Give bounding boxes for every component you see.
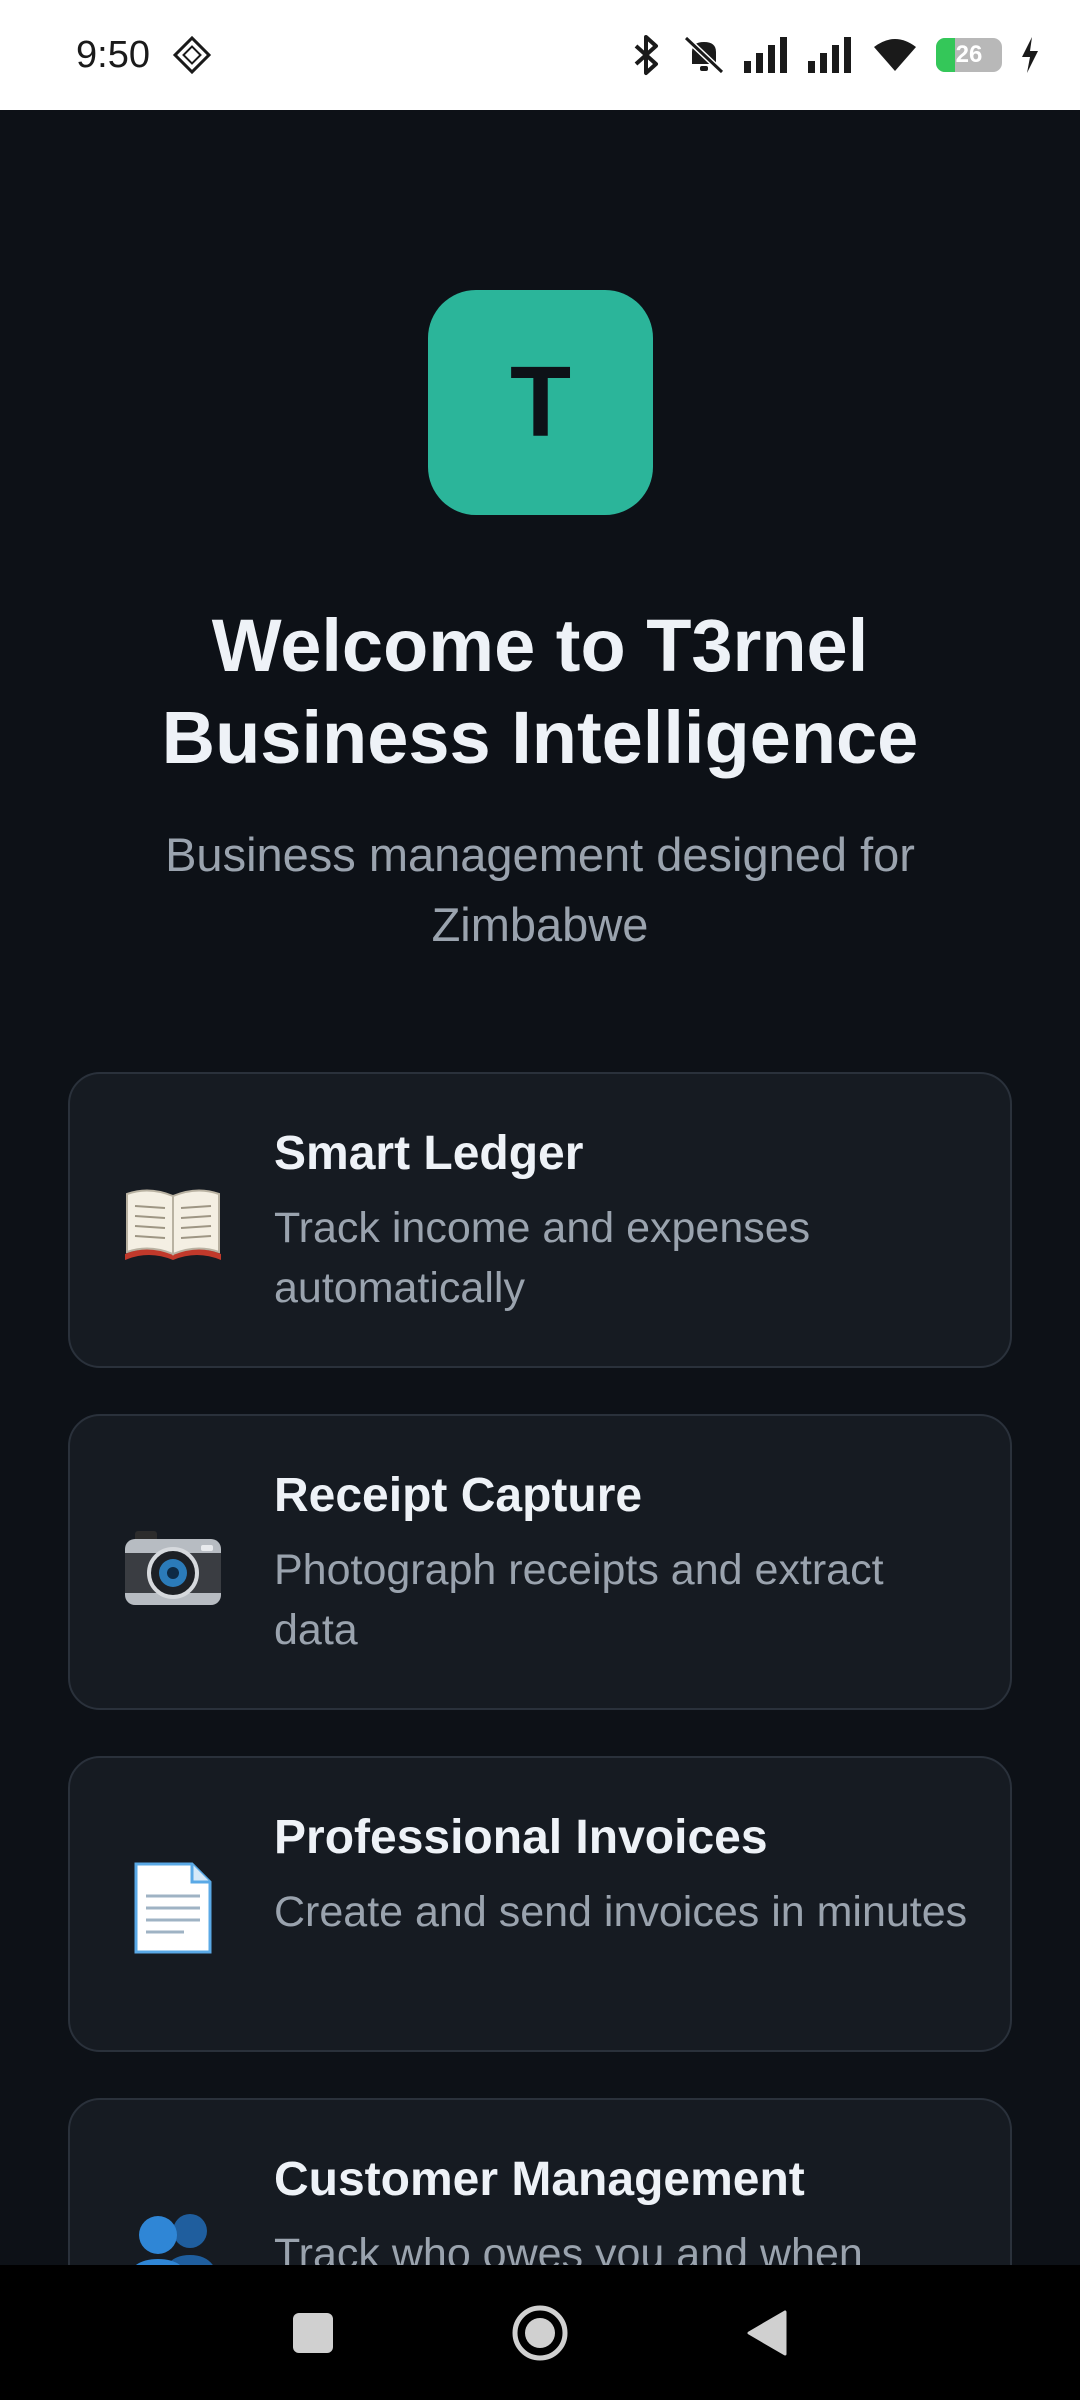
book-icon — [118, 1174, 228, 1274]
feature-card-receipt-capture: Receipt Capture Photograph receipts and … — [68, 1414, 1012, 1710]
clock: 9:50 — [76, 33, 150, 76]
battery-fill — [936, 38, 955, 72]
signal-icon — [808, 37, 854, 73]
page-subtitle: Business management designed for Zimbabw… — [165, 828, 915, 951]
recent-apps-button[interactable] — [243, 2265, 383, 2400]
page-title: Welcome to T3rnel Business Intelligence — [161, 604, 919, 779]
feature-title: Receipt Capture — [274, 1469, 643, 1522]
camera-icon — [118, 1516, 228, 1616]
mute-icon — [682, 34, 726, 76]
home-button[interactable] — [470, 2265, 610, 2400]
feature-card-customer-management: Customer Management Track who owes you a… — [68, 2098, 1012, 2265]
bluetooth-icon — [628, 34, 664, 76]
document-icon — [118, 1858, 228, 1958]
back-button[interactable] — [697, 2265, 837, 2400]
back-triangle-icon — [747, 2310, 787, 2355]
square-icon — [293, 2312, 333, 2353]
feature-card-professional-invoices: Professional Invoices Create and send in… — [68, 1756, 1012, 2052]
feature-title: Customer Management — [274, 2153, 805, 2206]
feature-description: Track income and expenses automatically — [274, 1204, 811, 1312]
feature-description: Photograph receipts and extract data — [274, 1546, 884, 1654]
system-nav-bar — [0, 2265, 1080, 2400]
circle-icon — [512, 2305, 568, 2360]
status-bar: 9:50 26 — [0, 0, 1080, 110]
wifi-icon — [872, 37, 918, 73]
charging-icon — [1020, 37, 1040, 73]
feature-title: Smart Ledger — [274, 1127, 584, 1180]
feature-title: Professional Invoices — [274, 1811, 768, 1864]
battery-level: 26 — [955, 41, 983, 68]
battery-icon: 26 — [936, 38, 1002, 72]
signal-icon — [744, 37, 790, 73]
welcome-screen: T Welcome to T3rnel Business Intelligenc… — [0, 110, 1080, 2265]
feature-card-smart-ledger: Smart Ledger Track income and expenses a… — [68, 1072, 1012, 1368]
people-icon — [118, 2200, 228, 2265]
app-notification-icon — [172, 35, 212, 75]
logo-letter: T — [509, 346, 572, 458]
feature-description: Create and send invoices in minutes — [274, 1888, 968, 1936]
app-logo: T — [428, 290, 653, 515]
feature-description: Track who owes you and when — [274, 2230, 863, 2265]
